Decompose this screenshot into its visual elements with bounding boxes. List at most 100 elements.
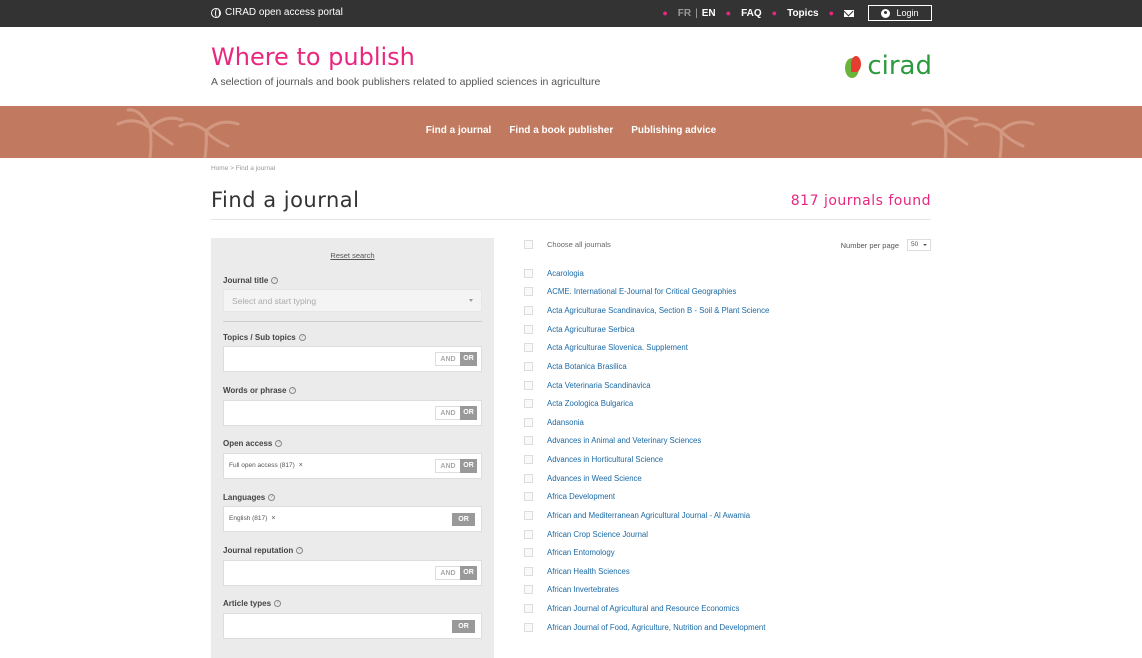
journal-checkbox[interactable]: [524, 343, 533, 353]
journal-link[interactable]: Advances in Weed Science: [547, 474, 642, 483]
journal-link[interactable]: African Invertebrates: [547, 585, 619, 594]
journal-link[interactable]: Africa Development: [547, 492, 615, 501]
journal-checkbox[interactable]: [524, 473, 533, 483]
list-item: African Health Sciences: [524, 562, 931, 581]
topics-field[interactable]: AND OR: [223, 346, 482, 372]
and-toggle[interactable]: AND: [435, 352, 460, 366]
journal-link[interactable]: Advances in Horticultural Science: [547, 455, 663, 464]
and-or-toggle[interactable]: AND OR: [435, 352, 477, 366]
nav-find-book-publisher[interactable]: Find a book publisher: [509, 125, 613, 136]
help-icon[interactable]: ?: [296, 547, 304, 554]
login-button[interactable]: Login: [868, 5, 932, 21]
open-access-field[interactable]: Full open access (817) × AND OR: [223, 453, 482, 479]
languages-chip: English (817) ×: [229, 515, 275, 522]
journal-link[interactable]: Acta Agriculturae Slovenica. Supplement: [547, 343, 688, 352]
journal-link[interactable]: Acta Botanica Brasilica: [547, 362, 627, 371]
list-item: ACME. International E-Journal for Critic…: [524, 283, 931, 302]
journal-checkbox[interactable]: [524, 604, 533, 614]
topics-link[interactable]: Topics: [787, 8, 818, 19]
journal-link[interactable]: African Crop Science Journal: [547, 530, 648, 539]
help-icon[interactable]: ?: [289, 387, 297, 394]
help-icon[interactable]: ?: [271, 277, 279, 284]
journal-checkbox[interactable]: [524, 324, 533, 334]
reputation-field[interactable]: AND OR: [223, 560, 482, 586]
journal-checkbox[interactable]: [524, 510, 533, 520]
and-toggle[interactable]: AND: [435, 459, 460, 473]
journal-link[interactable]: African and Mediterranean Agricultural J…: [547, 511, 750, 520]
lang-en-link[interactable]: EN: [702, 8, 716, 19]
mail-icon[interactable]: [844, 9, 854, 17]
per-page-select[interactable]: 50: [907, 239, 931, 251]
words-field[interactable]: AND OR: [223, 400, 482, 426]
journal-checkbox[interactable]: [524, 287, 533, 297]
journal-checkbox[interactable]: [524, 436, 533, 446]
chip-label: Full open access (817): [229, 462, 295, 469]
journal-link[interactable]: African Health Sciences: [547, 567, 630, 576]
breadcrumb[interactable]: Home > Find a journal: [211, 165, 275, 172]
journal-checkbox[interactable]: [524, 529, 533, 539]
cirad-logo[interactable]: cirad: [845, 51, 932, 81]
journal-link[interactable]: Acta Veterinaria Scandinavica: [547, 381, 651, 390]
journal-checkbox[interactable]: [524, 417, 533, 427]
choose-all-row[interactable]: Choose all journals: [524, 240, 611, 249]
help-icon[interactable]: ?: [298, 334, 306, 341]
choose-all-checkbox[interactable]: [524, 240, 533, 249]
list-item: Acta Agriculturae Slovenica. Supplement: [524, 339, 931, 358]
journal-checkbox[interactable]: [524, 399, 533, 409]
journal-checkbox[interactable]: [524, 548, 533, 558]
journal-checkbox[interactable]: [524, 455, 533, 465]
journal-link[interactable]: African Journal of Agricultural and Reso…: [547, 604, 739, 613]
nav-find-journal[interactable]: Find a journal: [426, 125, 492, 136]
journal-checkbox[interactable]: [524, 622, 533, 632]
list-item: Acarologia: [524, 264, 931, 283]
or-toggle[interactable]: OR: [460, 406, 477, 420]
journal-link[interactable]: Acta Agriculturae Scandinavica, Section …: [547, 306, 769, 315]
chip-remove-icon[interactable]: ×: [299, 462, 303, 469]
faq-link[interactable]: FAQ: [741, 8, 762, 19]
journal-link[interactable]: Adansonia: [547, 418, 584, 427]
and-toggle[interactable]: AND: [435, 406, 460, 420]
site-title[interactable]: Where to publish: [211, 43, 415, 71]
or-toggle[interactable]: OR: [452, 513, 475, 526]
list-item: African Journal of Food, Agriculture, Nu…: [524, 618, 931, 637]
journal-checkbox[interactable]: [524, 585, 533, 595]
journal-checkbox[interactable]: [524, 380, 533, 390]
lang-fr-link[interactable]: FR: [678, 8, 691, 19]
article-types-field[interactable]: OR: [223, 613, 482, 639]
chip-remove-icon[interactable]: ×: [271, 515, 275, 522]
and-or-toggle[interactable]: AND OR: [435, 566, 477, 580]
journal-checkbox[interactable]: [524, 268, 533, 278]
journal-link[interactable]: ACME. International E-Journal for Critic…: [547, 287, 736, 296]
help-icon[interactable]: ?: [274, 600, 282, 607]
portal-link[interactable]: CIRAD open access portal: [211, 7, 343, 18]
journal-link[interactable]: Acta Agriculturae Serbica: [547, 325, 635, 334]
or-toggle[interactable]: OR: [452, 620, 475, 633]
nav-band: Find a journal Find a book publisher Pub…: [0, 106, 1142, 158]
help-icon[interactable]: ?: [268, 494, 276, 501]
list-item: Advances in Horticultural Science: [524, 450, 931, 469]
or-toggle[interactable]: OR: [460, 352, 477, 366]
journal-checkbox[interactable]: [524, 306, 533, 316]
list-item: Acta Agriculturae Serbica: [524, 320, 931, 339]
journal-link[interactable]: Advances in Animal and Veterinary Scienc…: [547, 436, 701, 445]
or-toggle[interactable]: OR: [460, 459, 477, 473]
journal-checkbox[interactable]: [524, 492, 533, 502]
and-toggle[interactable]: AND: [435, 566, 460, 580]
journal-link[interactable]: Acarologia: [547, 269, 584, 278]
reputation-label: Journal reputation ?: [223, 546, 304, 555]
journal-title-select[interactable]: Select and start typing: [223, 289, 482, 312]
languages-field[interactable]: English (817) × OR: [223, 506, 482, 532]
reset-search-link[interactable]: Reset search: [211, 251, 494, 260]
and-or-toggle[interactable]: AND OR: [435, 459, 477, 473]
help-icon[interactable]: ?: [275, 440, 283, 447]
bullet-icon: ●: [725, 8, 732, 18]
journal-link[interactable]: African Journal of Food, Agriculture, Nu…: [547, 623, 765, 632]
journal-checkbox[interactable]: [524, 361, 533, 371]
journal-link[interactable]: Acta Zoologica Bulgarica: [547, 399, 633, 408]
or-toggle[interactable]: OR: [460, 566, 477, 580]
journal-checkbox[interactable]: [524, 566, 533, 576]
nav-publishing-advice[interactable]: Publishing advice: [631, 125, 716, 136]
login-label: Login: [896, 8, 919, 18]
journal-link[interactable]: African Entomology: [547, 548, 615, 557]
and-or-toggle[interactable]: AND OR: [435, 406, 477, 420]
